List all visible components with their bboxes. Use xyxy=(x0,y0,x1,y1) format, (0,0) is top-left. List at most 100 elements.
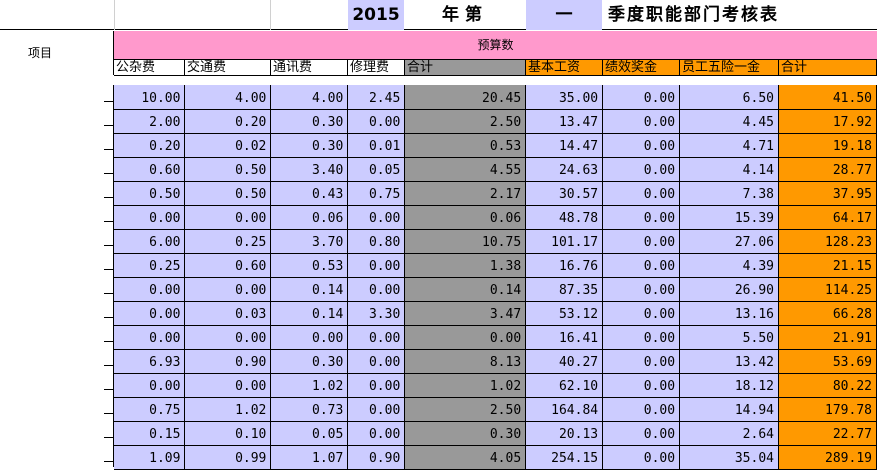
cell-subtotal[interactable]: 1.38 xyxy=(404,253,527,278)
cell-subtotal[interactable]: 2.50 xyxy=(404,109,527,134)
cell-total[interactable]: 179.78 xyxy=(778,397,877,422)
cell-repair-fee[interactable]: 0.75 xyxy=(347,181,406,206)
cell-bonus[interactable]: 0.00 xyxy=(602,85,681,110)
cell-bonus[interactable]: 0.00 xyxy=(602,349,681,374)
cell-transport-fee[interactable]: 0.20 xyxy=(184,109,272,134)
cell-misc-fee[interactable]: 0.00 xyxy=(114,301,186,326)
cell-base-salary[interactable]: 13.47 xyxy=(525,109,604,134)
cell-repair-fee[interactable]: 0.00 xyxy=(347,253,406,278)
cell-repair-fee[interactable]: 0.00 xyxy=(347,277,406,302)
item-column-header[interactable]: 项目 xyxy=(0,31,114,75)
col-header-total[interactable]: 合计 xyxy=(779,60,877,76)
cell-repair-fee[interactable]: 0.00 xyxy=(347,205,406,230)
cell-subtotal[interactable]: 20.45 xyxy=(404,85,527,110)
cell-telecom-fee[interactable]: 0.43 xyxy=(270,181,349,206)
cell-repair-fee[interactable]: 0.00 xyxy=(347,373,406,398)
cell-insurance[interactable]: 13.42 xyxy=(679,349,779,374)
col-header-misc-fee[interactable]: 公杂费 xyxy=(114,60,185,76)
cell-subtotal[interactable]: 0.30 xyxy=(404,421,527,446)
cell-subtotal[interactable]: 4.05 xyxy=(404,445,527,470)
cell-bonus[interactable]: 0.00 xyxy=(602,157,681,182)
cell-repair-fee[interactable]: 0.05 xyxy=(347,157,406,182)
cell-misc-fee[interactable]: 2.00 xyxy=(114,109,186,134)
cell-misc-fee[interactable]: 0.00 xyxy=(114,325,186,350)
cell-misc-fee[interactable]: 0.25 xyxy=(114,253,186,278)
cell-base-salary[interactable]: 101.17 xyxy=(525,229,604,254)
cell-base-salary[interactable]: 16.41 xyxy=(525,325,604,350)
cell-subtotal[interactable]: 0.00 xyxy=(404,325,527,350)
cell-repair-fee[interactable]: 0.90 xyxy=(347,445,406,470)
cell-transport-fee[interactable]: 1.02 xyxy=(184,397,272,422)
cell-transport-fee[interactable]: 0.25 xyxy=(184,229,272,254)
cell-repair-fee[interactable]: 0.00 xyxy=(347,109,406,134)
cell-transport-fee[interactable]: 0.50 xyxy=(184,157,272,182)
cell-insurance[interactable]: 35.04 xyxy=(679,445,779,470)
cell-base-salary[interactable]: 164.84 xyxy=(525,397,604,422)
cell-bonus[interactable]: 0.00 xyxy=(602,421,681,446)
cell-base-salary[interactable]: 62.10 xyxy=(525,373,604,398)
cell-misc-fee[interactable]: 6.00 xyxy=(114,229,186,254)
cell-transport-fee[interactable]: 0.00 xyxy=(184,325,272,350)
cell-misc-fee[interactable]: 0.00 xyxy=(114,205,186,230)
col-header-subtotal[interactable]: 合计 xyxy=(405,60,526,76)
cell-total[interactable]: 22.77 xyxy=(778,421,877,446)
cell-telecom-fee[interactable]: 0.05 xyxy=(270,421,349,446)
budget-header[interactable]: 预算数 xyxy=(114,31,877,60)
cell-misc-fee[interactable]: 0.50 xyxy=(114,181,186,206)
cell-transport-fee[interactable]: 0.90 xyxy=(184,349,272,374)
cell-bonus[interactable]: 0.00 xyxy=(602,445,681,470)
cell-base-salary[interactable]: 254.15 xyxy=(525,445,604,470)
cell-bonus[interactable]: 0.00 xyxy=(602,133,681,158)
cell-total[interactable]: 37.95 xyxy=(778,181,877,206)
cell-total[interactable]: 66.28 xyxy=(778,301,877,326)
cell-misc-fee[interactable]: 0.00 xyxy=(114,277,186,302)
cell-subtotal[interactable]: 8.13 xyxy=(404,349,527,374)
cell-repair-fee[interactable]: 0.80 xyxy=(347,229,406,254)
cell-telecom-fee[interactable]: 0.14 xyxy=(270,277,349,302)
cell-transport-fee[interactable]: 4.00 xyxy=(184,85,272,110)
cell-telecom-fee[interactable]: 3.40 xyxy=(270,157,349,182)
cell-base-salary[interactable]: 35.00 xyxy=(525,85,604,110)
cell-total[interactable]: 21.15 xyxy=(778,253,877,278)
cell-bonus[interactable]: 0.00 xyxy=(602,301,681,326)
cell-insurance[interactable]: 26.90 xyxy=(679,277,779,302)
cell-bonus[interactable]: 0.00 xyxy=(602,397,681,422)
cell-transport-fee[interactable]: 0.02 xyxy=(184,133,272,158)
col-header-bonus[interactable]: 绩效奖金 xyxy=(603,60,680,76)
cell-base-salary[interactable]: 24.63 xyxy=(525,157,604,182)
cell-base-salary[interactable]: 48.78 xyxy=(525,205,604,230)
col-header-transport-fee[interactable]: 交通费 xyxy=(185,60,271,76)
cell-telecom-fee[interactable]: 0.14 xyxy=(270,301,349,326)
cell-transport-fee[interactable]: 0.10 xyxy=(184,421,272,446)
cell-bonus[interactable]: 0.00 xyxy=(602,109,681,134)
cell-telecom-fee[interactable]: 0.30 xyxy=(270,349,349,374)
cell-misc-fee[interactable]: 0.75 xyxy=(114,397,186,422)
title-year-cell[interactable]: 2015 xyxy=(348,0,404,30)
cell-subtotal[interactable]: 0.14 xyxy=(404,277,527,302)
cell-insurance[interactable]: 27.06 xyxy=(679,229,779,254)
cell-subtotal[interactable]: 1.02 xyxy=(404,373,527,398)
cell-transport-fee[interactable]: 0.00 xyxy=(184,373,272,398)
cell-insurance[interactable]: 4.45 xyxy=(679,109,779,134)
col-header-repair-fee[interactable]: 修理费 xyxy=(348,60,405,76)
cell-subtotal[interactable]: 3.47 xyxy=(404,301,527,326)
cell-misc-fee[interactable]: 0.60 xyxy=(114,157,186,182)
cell-telecom-fee[interactable]: 1.02 xyxy=(270,373,349,398)
cell-telecom-fee[interactable]: 0.00 xyxy=(270,325,349,350)
cell-misc-fee[interactable]: 0.20 xyxy=(114,133,186,158)
col-header-insurance[interactable]: 员工五险一金 xyxy=(680,60,779,76)
cell-repair-fee[interactable]: 3.30 xyxy=(347,301,406,326)
cell-transport-fee[interactable]: 0.00 xyxy=(184,277,272,302)
cell-subtotal[interactable]: 2.50 xyxy=(404,397,527,422)
cell-misc-fee[interactable]: 1.09 xyxy=(114,445,186,470)
cell-bonus[interactable]: 0.00 xyxy=(602,373,681,398)
cell-telecom-fee[interactable]: 0.06 xyxy=(270,205,349,230)
cell-total[interactable]: 64.17 xyxy=(778,205,877,230)
cell-transport-fee[interactable]: 0.03 xyxy=(184,301,272,326)
cell-subtotal[interactable]: 4.55 xyxy=(404,157,527,182)
cell-repair-fee[interactable]: 0.01 xyxy=(347,133,406,158)
cell-telecom-fee[interactable]: 0.30 xyxy=(270,133,349,158)
cell-total[interactable]: 114.25 xyxy=(778,277,877,302)
cell-base-salary[interactable]: 30.57 xyxy=(525,181,604,206)
cell-total[interactable]: 41.50 xyxy=(778,85,877,110)
